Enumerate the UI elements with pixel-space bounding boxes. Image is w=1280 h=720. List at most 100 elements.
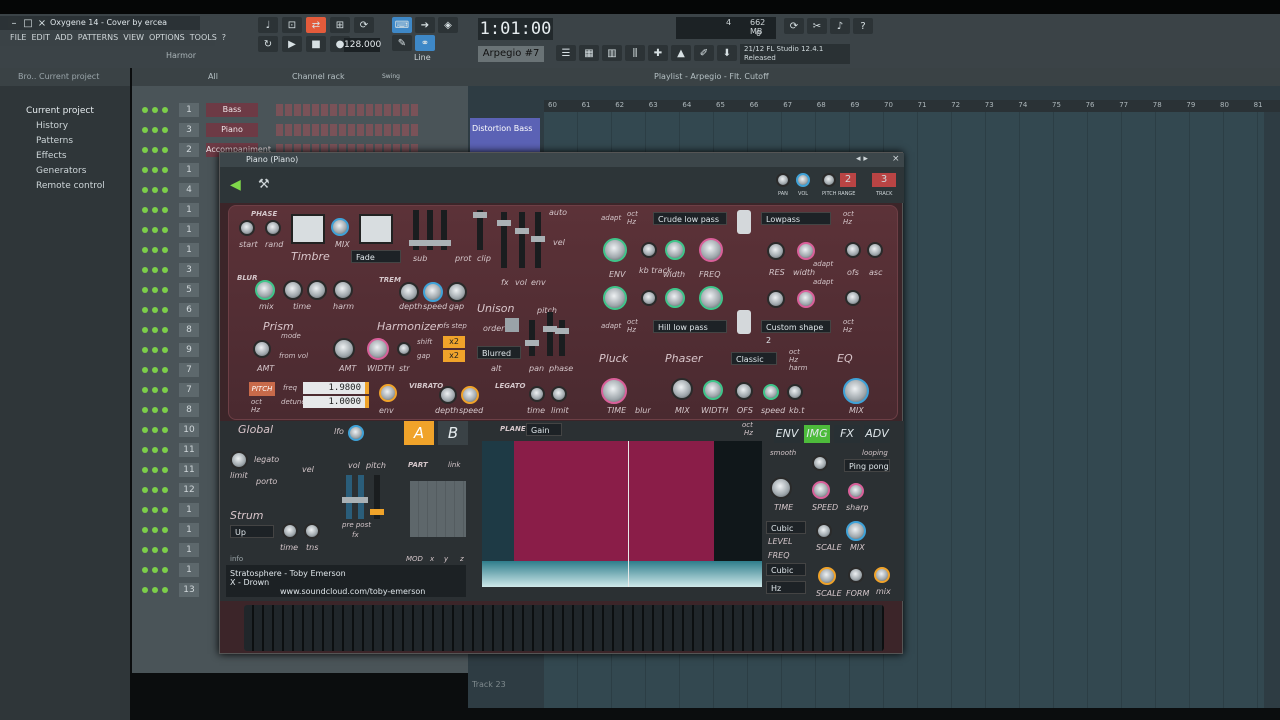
step-button[interactable] — [402, 124, 409, 136]
channel-mixer-track[interactable]: 1 — [179, 503, 199, 517]
step-button[interactable] — [375, 124, 382, 136]
step-button[interactable] — [321, 104, 328, 116]
step-edit-icon[interactable]: ➔ — [415, 17, 435, 33]
step-button[interactable] — [366, 104, 373, 116]
channel-mixer-track[interactable]: 1 — [179, 223, 199, 237]
channel-led-icon[interactable] — [142, 487, 148, 493]
channel-led-icon[interactable] — [162, 107, 168, 113]
step-button[interactable] — [330, 124, 337, 136]
channel-leds[interactable] — [142, 466, 182, 474]
channel-mixer-track[interactable]: 1 — [179, 543, 199, 557]
timbre-mix-knob[interactable] — [331, 218, 349, 236]
channel-led-icon[interactable] — [142, 207, 148, 213]
channel-led-icon[interactable] — [142, 107, 148, 113]
playlist-icon[interactable]: ☰ — [556, 45, 576, 61]
channel-led-icon[interactable] — [142, 407, 148, 413]
filter4-res-knob[interactable] — [767, 290, 785, 308]
channel-led-icon[interactable] — [152, 447, 158, 453]
channel-mixer-track[interactable]: 3 — [179, 263, 199, 277]
channel-led-icon[interactable] — [152, 307, 158, 313]
channel-leds[interactable] — [142, 126, 182, 134]
tab-img[interactable]: IMG — [804, 425, 830, 443]
eq-mix-knob[interactable] — [843, 378, 869, 404]
step-button[interactable] — [357, 124, 364, 136]
channel-mixer-track[interactable]: 2 — [179, 143, 199, 157]
microphone-icon[interactable]: ♪ — [830, 18, 850, 34]
blend-icon[interactable]: ⊞ — [330, 17, 350, 33]
step-button[interactable] — [294, 104, 301, 116]
step-button[interactable] — [312, 104, 319, 116]
sub2-fader[interactable] — [423, 210, 437, 250]
clip-fader[interactable] — [473, 210, 487, 250]
strum-tns-knob[interactable] — [304, 523, 320, 539]
channel-name-button[interactable]: Piano — [206, 123, 258, 137]
channel-mixer-track[interactable]: 7 — [179, 363, 199, 377]
plugin-picker-icon[interactable]: ✚ — [648, 45, 668, 61]
filter1-type-dropdown[interactable]: Crude low pass — [653, 212, 727, 225]
filter1-freq-knob[interactable] — [699, 238, 723, 262]
step-button[interactable] — [402, 104, 409, 116]
channel-leds[interactable] — [142, 546, 182, 554]
browser-item-current-project[interactable]: Current project — [0, 104, 130, 119]
img-time-knob[interactable] — [770, 477, 792, 499]
unison-phase-fader[interactable] — [555, 320, 569, 356]
freq-unit-dropdown[interactable]: Hz — [766, 581, 806, 594]
step-button[interactable] — [303, 124, 310, 136]
channel-led-icon[interactable] — [142, 507, 148, 513]
help-icon[interactable]: ? — [853, 18, 873, 34]
channel-mixer-track[interactable]: 1 — [179, 523, 199, 537]
channel-led-icon[interactable] — [142, 127, 148, 133]
channel-led-icon[interactable] — [142, 247, 148, 253]
channel-led-icon[interactable] — [142, 447, 148, 453]
channel-leds[interactable] — [142, 446, 182, 454]
tab-adv[interactable]: ADV — [864, 425, 890, 443]
loop-record-icon[interactable]: ⟳ — [354, 17, 374, 33]
legato-time-knob[interactable] — [529, 386, 545, 402]
channel-led-icon[interactable] — [142, 307, 148, 313]
blur-time2-knob[interactable] — [307, 280, 327, 300]
channel-leds[interactable] — [142, 106, 182, 114]
filter3-type-dropdown[interactable]: Hill low pass — [653, 320, 727, 333]
timbre-2-waveform[interactable] — [359, 214, 393, 244]
channel-led-icon[interactable] — [162, 467, 168, 473]
phaser-mix-knob[interactable] — [671, 378, 693, 400]
browser-icon[interactable]: ▲ — [671, 45, 691, 61]
channel-leds[interactable] — [142, 486, 182, 494]
filter1-kbtrack-knob[interactable] — [641, 242, 657, 258]
env-fader[interactable] — [531, 212, 545, 268]
channel-leds[interactable] — [142, 166, 182, 174]
channel-led-icon[interactable] — [152, 247, 158, 253]
channel-led-icon[interactable] — [162, 587, 168, 593]
channel-led-icon[interactable] — [162, 327, 168, 333]
filter-link-slider[interactable] — [737, 210, 751, 234]
prism-amt-knob[interactable] — [253, 340, 271, 358]
channel-led-icon[interactable] — [152, 387, 158, 393]
channel-led-icon[interactable] — [152, 567, 158, 573]
mixer-icon[interactable]: ⫼ — [625, 45, 645, 61]
pitch-env-knob[interactable] — [379, 384, 397, 402]
unison-order-knob[interactable] — [505, 318, 519, 332]
freq-interp-dropdown[interactable]: Cubic — [766, 563, 806, 576]
browser-item-history[interactable]: History — [0, 119, 130, 134]
global-limit-knob[interactable] — [230, 451, 248, 469]
img-sharp-knob[interactable] — [848, 483, 864, 499]
phaser-speed-knob[interactable] — [763, 384, 779, 400]
menu-file[interactable]: FILE — [10, 30, 26, 46]
menu-add[interactable]: ADD — [55, 30, 73, 46]
piano-keyboard[interactable] — [244, 605, 884, 651]
channel-mixer-track[interactable]: 1 — [179, 103, 199, 117]
channel-name-button[interactable]: Bass — [206, 103, 258, 117]
channel-mixer-track[interactable]: 8 — [179, 403, 199, 417]
channel-led-icon[interactable] — [162, 247, 168, 253]
menu-edit[interactable]: EDIT — [31, 30, 49, 46]
filter3-width-knob[interactable] — [665, 288, 685, 308]
lfo-knob[interactable] — [348, 425, 364, 441]
range-value[interactable]: 2 — [840, 173, 856, 187]
channel-leds[interactable] — [142, 386, 182, 394]
browser-item-effects[interactable]: Effects — [0, 149, 130, 164]
channel-led-icon[interactable] — [162, 267, 168, 273]
wrench-icon[interactable]: ⚒ — [258, 177, 270, 192]
step-button[interactable] — [321, 124, 328, 136]
typing-keyboard-icon[interactable]: ⌨ — [392, 17, 412, 33]
strum-direction-dropdown[interactable]: Up — [230, 525, 274, 538]
